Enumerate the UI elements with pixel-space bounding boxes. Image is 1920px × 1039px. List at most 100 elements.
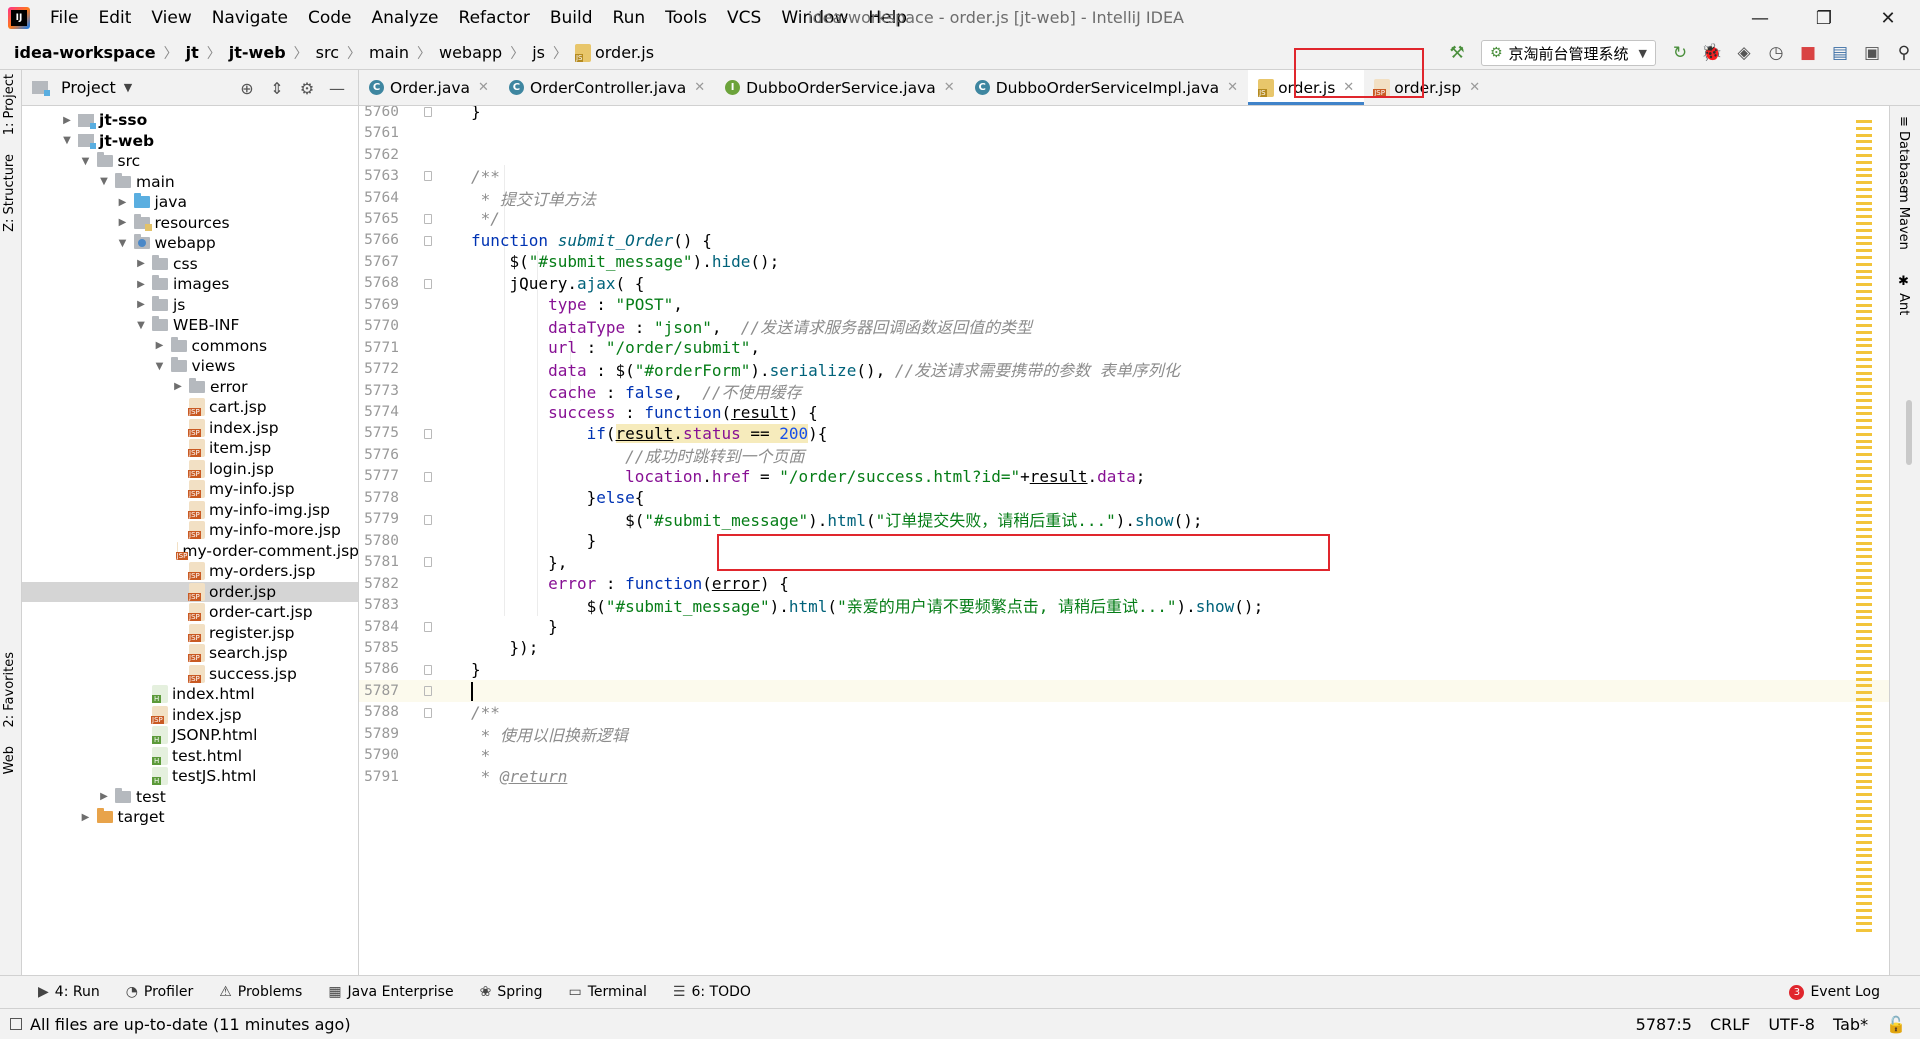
gear-icon[interactable]: ⚙ [292, 79, 322, 98]
tree-node[interactable]: success.jsp [22, 664, 358, 685]
tree-node[interactable]: my-orders.jsp [22, 561, 358, 582]
tree-node[interactable]: JSONP.html [22, 725, 358, 746]
fold-marker-icon[interactable] [424, 557, 432, 568]
line-number[interactable]: 5777 [359, 468, 399, 484]
tree-node[interactable]: my-info-img.jsp [22, 500, 358, 521]
line-number[interactable]: 5769 [359, 297, 399, 313]
line-number[interactable]: 5763 [359, 168, 399, 184]
chevron-down-icon[interactable]: ▼ [116, 238, 130, 249]
breadcrumb-item[interactable]: main [369, 43, 409, 62]
status-square-icon[interactable] [10, 1018, 22, 1030]
line-number[interactable]: 5776 [359, 447, 399, 463]
tree-node[interactable]: search.jsp [22, 643, 358, 664]
menu-item-build[interactable]: Build [540, 8, 603, 28]
editor-tab[interactable]: C DubboOrderServiceImpl.java ✕ [965, 70, 1248, 105]
tree-node[interactable]: ▶ commons [22, 336, 358, 357]
tree-node[interactable]: index.jsp [22, 705, 358, 726]
tree-node[interactable]: ▼ main [22, 172, 358, 193]
fold-marker-icon[interactable] [424, 278, 432, 289]
line-number[interactable]: 5771 [359, 340, 399, 356]
menu-item-refactor[interactable]: Refactor [449, 8, 540, 28]
tool-button-problems[interactable]: ⚠ Problems [219, 984, 302, 1000]
tree-node[interactable]: test.html [22, 746, 358, 767]
stop-icon[interactable]: ■ [1792, 37, 1824, 69]
tab-ant-tool[interactable]: ✱ Ant [1896, 274, 1911, 315]
menu-item-file[interactable]: File [40, 8, 88, 28]
chevron-right-icon[interactable]: ▶ [134, 258, 148, 269]
line-number[interactable]: 5781 [359, 554, 399, 570]
fold-marker-icon[interactable] [424, 514, 432, 525]
chevron-down-icon[interactable]: ▼ [60, 135, 74, 146]
search-icon[interactable]: ⚲ [1888, 37, 1920, 69]
tree-node[interactable]: ▶ jt-sso [22, 110, 358, 131]
menu-item-navigate[interactable]: Navigate [202, 8, 298, 28]
breadcrumb-item[interactable]: webapp [439, 43, 502, 62]
tree-node[interactable]: ▶ test [22, 787, 358, 808]
fold-marker-icon[interactable] [424, 707, 432, 718]
tree-node[interactable]: ▶ js [22, 295, 358, 316]
line-number[interactable]: 5761 [359, 125, 399, 141]
tool-button-java-enterprise[interactable]: ▦ Java Enterprise [328, 984, 453, 1000]
tree-node[interactable]: login.jsp [22, 459, 358, 480]
line-number[interactable]: 5772 [359, 361, 399, 377]
presentation-icon[interactable]: ▣ [1856, 37, 1888, 69]
lock-icon[interactable]: 🔓 [1886, 1015, 1906, 1034]
menu-item-analyze[interactable]: Analyze [362, 8, 449, 28]
line-number[interactable]: 5788 [359, 704, 399, 720]
event-log-button[interactable]: 3 Event Log [1789, 984, 1880, 1000]
tab-web-tool[interactable]: Web [2, 746, 17, 774]
chevron-down-icon[interactable]: ▼ [79, 156, 93, 167]
editor-tab[interactable]: C Order.java ✕ [359, 70, 499, 105]
debug-bug-icon[interactable]: 🐞 [1696, 37, 1728, 69]
error-stripe-markers[interactable] [1856, 120, 1872, 940]
tree-node[interactable]: ▼ src [22, 151, 358, 172]
editor-tab[interactable]: C OrderController.java ✕ [499, 70, 715, 105]
line-number[interactable]: 5762 [359, 147, 399, 163]
indent-setting[interactable]: Tab* [1833, 1015, 1868, 1034]
tree-node[interactable]: ▼ webapp [22, 233, 358, 254]
line-number[interactable]: 5767 [359, 254, 399, 270]
chevron-right-icon[interactable]: ▶ [79, 812, 93, 823]
locate-target-icon[interactable]: ⊕ [232, 79, 262, 98]
tool-button-terminal[interactable]: ▭ Terminal [569, 984, 647, 1000]
code-editor[interactable]: 5760} 5761 5762 5763/** 5764 * 提交订单方法 5765 */… [359, 106, 1889, 975]
menu-item-edit[interactable]: Edit [88, 8, 141, 28]
tool-button-spring[interactable]: ❀ Spring [480, 984, 543, 1000]
fold-marker-icon[interactable] [424, 214, 432, 225]
caret-position[interactable]: 5787:5 [1636, 1015, 1692, 1034]
chevron-down-icon[interactable]: ▼ [97, 176, 111, 187]
line-number[interactable]: 5789 [359, 726, 399, 742]
tool-button-4-run[interactable]: ▶ 4: Run [38, 984, 100, 1000]
line-number[interactable]: 5766 [359, 232, 399, 248]
line-number[interactable]: 5779 [359, 511, 399, 527]
line-number[interactable]: 5782 [359, 576, 399, 592]
tree-node[interactable]: index.jsp [22, 418, 358, 439]
tree-node[interactable]: testJS.html [22, 766, 358, 787]
line-number[interactable]: 5787 [359, 683, 399, 699]
editor-tab[interactable]: order.js ✕ [1248, 70, 1365, 105]
tree-node[interactable]: cart.jsp [22, 397, 358, 418]
menu-item-tools[interactable]: Tools [655, 8, 717, 28]
menu-item-view[interactable]: View [141, 8, 201, 28]
menu-item-vcs[interactable]: VCS [717, 8, 771, 28]
line-number[interactable]: 5783 [359, 597, 399, 613]
line-number[interactable]: 5775 [359, 425, 399, 441]
breadcrumb-item[interactable]: js [532, 43, 545, 62]
line-number[interactable]: 5778 [359, 490, 399, 506]
project-panel-title[interactable]: Project [61, 78, 116, 97]
tree-node[interactable]: ▶ target [22, 807, 358, 828]
editor-tab[interactable]: I DubboOrderService.java ✕ [715, 70, 965, 105]
tree-node[interactable]: my-info.jsp [22, 479, 358, 500]
tree-node[interactable]: ▶ resources [22, 213, 358, 234]
line-number[interactable]: 5786 [359, 661, 399, 677]
line-number[interactable]: 5765 [359, 211, 399, 227]
fold-marker-icon[interactable] [424, 171, 432, 182]
breadcrumb-item[interactable]: jt-web [229, 43, 286, 62]
chevron-right-icon[interactable]: ▶ [97, 791, 111, 802]
line-number[interactable]: 5780 [359, 533, 399, 549]
line-number[interactable]: 5790 [359, 747, 399, 763]
file-encoding[interactable]: UTF-8 [1768, 1015, 1815, 1034]
tree-node[interactable]: my-info-more.jsp [22, 520, 358, 541]
chevron-right-icon[interactable]: ▶ [60, 115, 74, 126]
run-configuration-select[interactable]: ⚙ 京淘前台管理系统 ▼ [1480, 40, 1656, 66]
